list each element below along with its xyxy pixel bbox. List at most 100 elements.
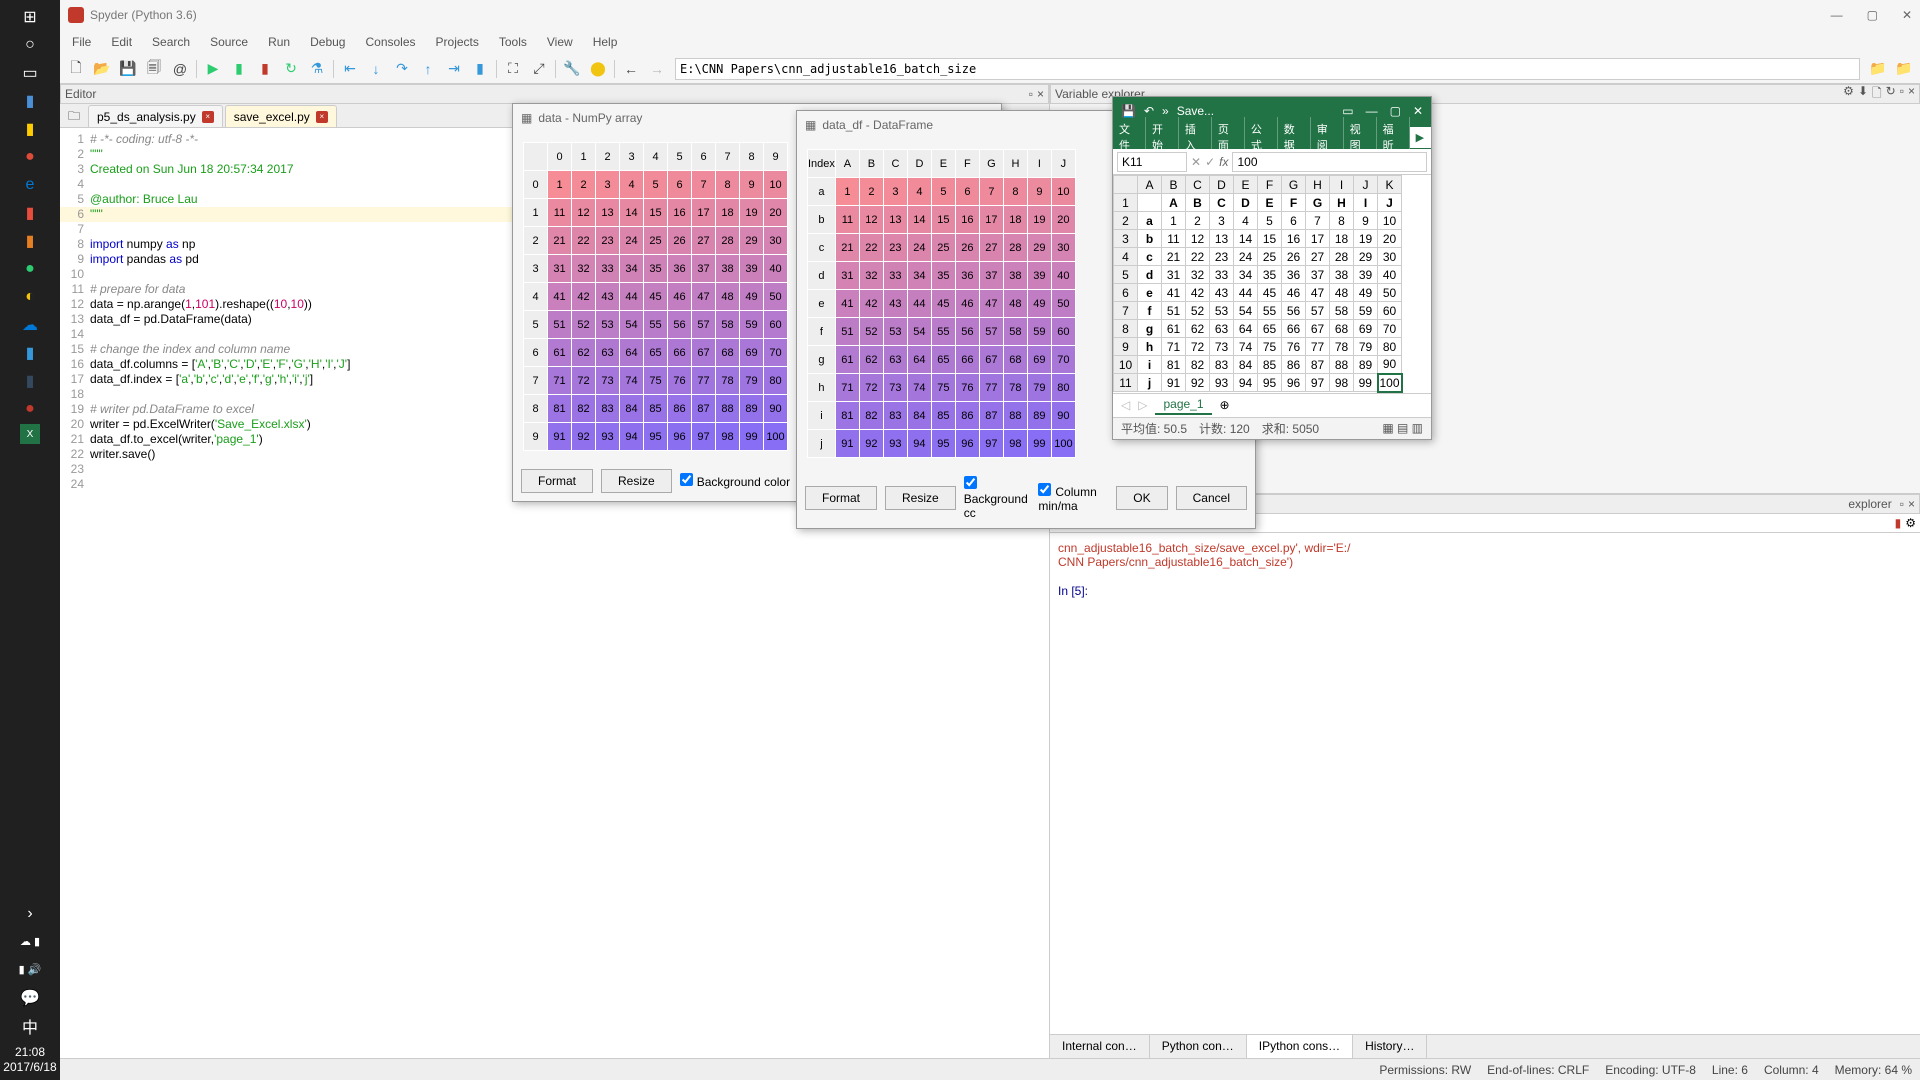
fullscreen-icon[interactable]: ⤢ (527, 58, 551, 80)
undock-icon[interactable]: ▫ (1900, 84, 1904, 105)
close-pane-icon[interactable]: × (1037, 87, 1044, 101)
undo-icon[interactable]: ↶ (1144, 104, 1154, 118)
tab-browse-icon[interactable]: 🗀 (64, 107, 84, 127)
ime-icon[interactable]: 中 (14, 1013, 46, 1039)
maximize-icon[interactable]: ▢ (1390, 104, 1401, 118)
open-icon[interactable]: 📂 (90, 58, 114, 80)
menu-consoles[interactable]: Consoles (357, 33, 423, 51)
app-icon[interactable]: ▮ (14, 116, 46, 142)
save-icon[interactable]: ⬇ (1858, 84, 1868, 105)
app-icon[interactable]: ▮ (14, 88, 46, 114)
menu-file[interactable]: File (64, 33, 99, 51)
console-tab[interactable]: History… (1353, 1035, 1427, 1058)
close-pane-icon[interactable]: × (1908, 497, 1915, 511)
add-sheet-icon[interactable]: ⊕ (1220, 398, 1230, 412)
fx-icon[interactable]: fx (1219, 155, 1228, 169)
volume-icon[interactable]: ▮ 🔊 (10, 957, 50, 983)
menu-run[interactable]: Run (260, 33, 298, 51)
app-icon[interactable]: ◐ (14, 284, 46, 310)
close-tab-icon[interactable]: × (316, 111, 328, 123)
undock-icon[interactable]: ▫ (1900, 497, 1904, 511)
menu-projects[interactable]: Projects (428, 33, 487, 51)
app-icon[interactable]: ▮ (14, 368, 46, 394)
onedrive-icon[interactable]: ☁ (14, 312, 46, 338)
import-icon[interactable]: ⚙ (1843, 84, 1854, 105)
forward-icon[interactable]: → (645, 58, 669, 80)
chrome-icon[interactable]: ● (14, 144, 46, 170)
bgcolor-checkbox[interactable]: Background color (680, 473, 790, 489)
close-pane-icon[interactable]: × (1908, 84, 1915, 105)
save-icon[interactable]: 💾 (116, 58, 140, 80)
save-icon[interactable]: 💾 (1121, 104, 1136, 118)
close-icon[interactable]: ✕ (1902, 8, 1912, 22)
profile-icon[interactable]: ⚗ (305, 58, 329, 80)
run-cell-icon[interactable]: ▮ (227, 58, 251, 80)
undock-icon[interactable]: ▫ (1029, 87, 1033, 101)
close-icon[interactable]: ✕ (1413, 104, 1423, 118)
ok-button[interactable]: OK (1116, 486, 1167, 510)
cancel-button[interactable]: Cancel (1176, 486, 1247, 510)
at-icon[interactable]: @ (168, 58, 192, 80)
browse-icon[interactable]: 📁 (1866, 58, 1890, 80)
spyder-icon[interactable]: ● (14, 396, 46, 422)
taskview-icon[interactable]: ▭ (14, 60, 46, 86)
next-sheet-icon[interactable]: ▷ (1138, 398, 1147, 412)
minmax-checkbox[interactable]: Column min/ma (1038, 483, 1108, 513)
notif-icon[interactable]: 💬 (14, 985, 46, 1011)
path-input[interactable]: E:\CNN Papers\cnn_adjustable16_batch_siz… (675, 58, 1860, 80)
format-button[interactable]: Format (805, 486, 877, 510)
close-tab-icon[interactable]: × (202, 111, 214, 123)
bgcolor-checkbox[interactable]: Background cc (964, 476, 1031, 520)
resize-button[interactable]: Resize (601, 469, 672, 493)
refresh-icon[interactable]: ↻ (1886, 84, 1896, 105)
stop-icon[interactable]: ▮ (1895, 516, 1902, 530)
restore-icon[interactable]: ▭ (1342, 104, 1353, 118)
stop-icon[interactable]: ▮ (253, 58, 277, 80)
edge-icon[interactable]: e (14, 172, 46, 198)
console-tab[interactable]: Python con… (1150, 1035, 1247, 1058)
cortana-icon[interactable]: ○ (14, 32, 46, 58)
console-tab[interactable]: Internal con… (1050, 1035, 1150, 1058)
parent-icon[interactable]: 📁 (1892, 58, 1916, 80)
dataframe-grid[interactable]: IndexABCDEFGHIJa12345678910b111213141516… (807, 149, 1076, 458)
sheet-tab[interactable]: page_1 (1155, 395, 1211, 415)
python-icon[interactable]: ⬤ (586, 58, 610, 80)
start-icon[interactable]: ⊞ (14, 4, 46, 30)
tray-icon[interactable]: ☁ ▮ (10, 929, 50, 955)
formula-input[interactable] (1232, 152, 1427, 172)
debug-icon[interactable]: ↻ (279, 58, 303, 80)
stepinto-icon[interactable]: ↓ (364, 58, 388, 80)
saveall-icon[interactable]: 🗐 (142, 58, 166, 80)
cancel-icon[interactable]: ✕ (1191, 155, 1201, 169)
excel-icon[interactable]: X (20, 424, 40, 444)
wechat-icon[interactable]: ● (14, 256, 46, 282)
editor-tab[interactable]: p5_ds_analysis.py× (88, 105, 223, 127)
back-icon[interactable]: ← (619, 58, 643, 80)
menu-edit[interactable]: Edit (103, 33, 140, 51)
menu-tools[interactable]: Tools (491, 33, 535, 51)
menu-source[interactable]: Source (202, 33, 256, 51)
continue-icon[interactable]: ⇥ (442, 58, 466, 80)
resize-button[interactable]: Resize (885, 486, 956, 510)
menu-view[interactable]: View (539, 33, 581, 51)
console-output[interactable]: cnn_adjustable16_batch_size/save_excel.p… (1050, 533, 1920, 1034)
editor-tab[interactable]: save_excel.py× (225, 105, 337, 127)
enter-icon[interactable]: ✓ (1205, 155, 1215, 169)
minimize-icon[interactable]: — (1366, 104, 1378, 118)
more-icon[interactable]: » (1162, 104, 1169, 118)
stepout-icon[interactable]: ↑ (416, 58, 440, 80)
view-icons[interactable]: ▦ ▤ ▥ (1382, 421, 1423, 435)
stop-debug-icon[interactable]: ▮ (468, 58, 492, 80)
excel-grid[interactable]: ABCDEFGHIJK1ABCDEFGHIJ2a123456789103b111… (1113, 175, 1403, 393)
numpy-grid[interactable]: 0123456789012345678910111121314151617181… (523, 142, 788, 451)
new-file-icon[interactable]: 🗋 (64, 58, 88, 80)
menu-search[interactable]: Search (144, 33, 198, 51)
menu-debug[interactable]: Debug (302, 33, 353, 51)
format-button[interactable]: Format (521, 469, 593, 493)
expand-icon[interactable]: › (14, 901, 46, 927)
run-icon[interactable]: ▶ (201, 58, 225, 80)
step-icon[interactable]: ⇤ (338, 58, 362, 80)
app-icon[interactable]: ▮ (14, 340, 46, 366)
clock[interactable]: 21:082017/6/18 (3, 1041, 56, 1080)
console-tab[interactable]: IPython cons… (1247, 1035, 1353, 1058)
